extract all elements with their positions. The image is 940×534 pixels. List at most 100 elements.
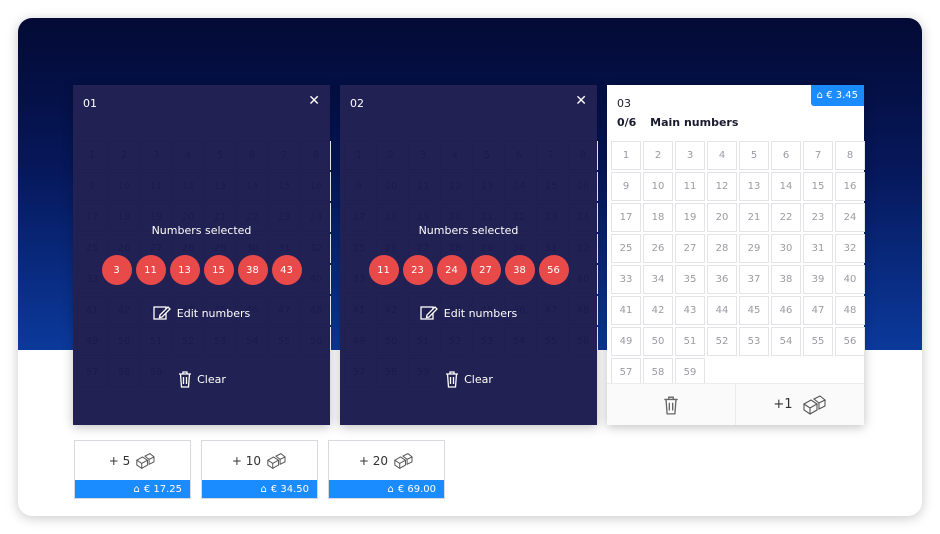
number-cell[interactable]: 14	[771, 172, 801, 201]
number-cell[interactable]: 42	[643, 296, 673, 325]
add-label: + 5	[108, 454, 131, 468]
clear-ticket-button[interactable]	[607, 384, 735, 425]
number-cell[interactable]: 38	[771, 265, 801, 294]
number-cell[interactable]: 56	[835, 327, 865, 356]
quick-pick-button[interactable]: +1	[735, 384, 864, 425]
trash-icon	[446, 371, 459, 388]
edit-numbers-button[interactable]: Edit numbers	[340, 305, 597, 321]
selected-ball: 13	[169, 255, 200, 285]
number-cell[interactable]: 47	[803, 296, 833, 325]
tag-icon: ⌂	[387, 483, 394, 495]
pencil-icon	[153, 306, 171, 320]
number-cell[interactable]: 24	[835, 203, 865, 232]
number-cell[interactable]: 9	[611, 172, 641, 201]
number-cell[interactable]: 8	[835, 141, 865, 170]
number-cell[interactable]: 36	[707, 265, 737, 294]
number-cell[interactable]: 34	[643, 265, 673, 294]
number-cell[interactable]: 28	[707, 234, 737, 263]
number-cell[interactable]: 51	[675, 327, 705, 356]
number-cell[interactable]: 39	[803, 265, 833, 294]
number-cell[interactable]: 46	[771, 296, 801, 325]
price-badge: ⌂ € 3.45	[810, 85, 864, 106]
add-price: € 17.25	[143, 483, 182, 495]
clear-button[interactable]: Clear	[340, 370, 597, 388]
numbers-selected-title: Numbers selected	[418, 224, 519, 237]
number-cell[interactable]: 23	[803, 203, 833, 232]
number-cell[interactable]: 55	[803, 327, 833, 356]
number-cell[interactable]: 4	[707, 141, 737, 170]
number-cell[interactable]: 44	[707, 296, 737, 325]
add-price: € 34.50	[270, 483, 309, 495]
selected-balls: 11 23 24 27 38 56	[340, 255, 597, 285]
numbers-selected-title: Numbers selected	[151, 224, 252, 237]
add-10-tickets-button[interactable]: + 10 ⌂ € 34.50	[201, 440, 318, 499]
add-20-tickets-button[interactable]: + 20 ⌂ € 69.00	[328, 440, 445, 499]
edit-numbers-label: Edit numbers	[176, 306, 251, 320]
number-cell[interactable]: 26	[643, 234, 673, 263]
selection-overlay: 02 ✕ Numbers selected 11 23 24 27 38 56 …	[340, 85, 597, 425]
number-cell[interactable]: 17	[611, 203, 641, 232]
price-label: € 3.45	[826, 90, 858, 101]
number-grid: 1234567891011121314151617181920212223242…	[611, 141, 865, 387]
selected-ball: 11	[368, 255, 399, 285]
number-cell[interactable]: 53	[739, 327, 769, 356]
number-cell[interactable]: 5	[739, 141, 769, 170]
number-cell[interactable]: 32	[835, 234, 865, 263]
dice-icon	[393, 453, 413, 470]
number-cell[interactable]: 30	[771, 234, 801, 263]
app-frame: 1234567891011121314151617181920212223242…	[18, 18, 922, 516]
number-cell[interactable]: 18	[643, 203, 673, 232]
number-cell[interactable]: 13	[739, 172, 769, 201]
number-cell[interactable]: 1	[611, 141, 641, 170]
pencil-icon	[420, 306, 438, 320]
clear-label: Clear	[464, 372, 493, 386]
dice-icon	[802, 394, 826, 415]
number-cell[interactable]: 15	[803, 172, 833, 201]
number-cell[interactable]: 2	[643, 141, 673, 170]
number-cell[interactable]: 16	[835, 172, 865, 201]
number-cell[interactable]: 37	[739, 265, 769, 294]
dice-icon	[266, 453, 286, 470]
close-icon[interactable]: ✕	[308, 93, 320, 109]
number-cell[interactable]: 49	[611, 327, 641, 356]
edit-numbers-button[interactable]: Edit numbers	[73, 305, 330, 321]
number-cell[interactable]: 10	[643, 172, 673, 201]
selected-ball: 38	[237, 255, 268, 285]
number-cell[interactable]: 22	[771, 203, 801, 232]
number-cell[interactable]: 20	[707, 203, 737, 232]
add-5-tickets-button[interactable]: + 5 ⌂ € 17.25	[74, 440, 191, 499]
number-cell[interactable]: 41	[611, 296, 641, 325]
number-cell[interactable]: 48	[835, 296, 865, 325]
selected-ball: 15	[203, 255, 234, 285]
number-cell[interactable]: 7	[803, 141, 833, 170]
number-cell[interactable]: 43	[675, 296, 705, 325]
add-button-top: + 20	[329, 441, 444, 481]
number-cell[interactable]: 11	[675, 172, 705, 201]
close-icon[interactable]: ✕	[575, 93, 587, 109]
ticket-number: 03	[617, 97, 631, 110]
number-cell[interactable]: 6	[771, 141, 801, 170]
number-cell[interactable]: 19	[675, 203, 705, 232]
number-cell[interactable]: 12	[707, 172, 737, 201]
number-cell[interactable]: 35	[675, 265, 705, 294]
ticket-card-3: 03 ⌂ € 3.45 0/6 Main numbers 1 2 3 4 5 6 7 8 9 10…	[607, 85, 865, 425]
add-price-bar: ⌂ € 69.00	[329, 480, 444, 498]
clear-button[interactable]: Clear	[73, 370, 330, 388]
ticket-card-1: 1234567891011121314151617181920212223242…	[73, 85, 331, 425]
number-cell[interactable]: 29	[739, 234, 769, 263]
number-cell[interactable]: 52	[707, 327, 737, 356]
number-cell[interactable]: 40	[835, 265, 865, 294]
number-cell[interactable]: 50	[643, 327, 673, 356]
number-cell[interactable]: 45	[739, 296, 769, 325]
number-cell[interactable]: 54	[771, 327, 801, 356]
number-cell[interactable]: 33	[611, 265, 641, 294]
number-cell[interactable]: 21	[739, 203, 769, 232]
count-label: Main numbers	[650, 116, 739, 129]
number-cell[interactable]: 25	[611, 234, 641, 263]
number-cell[interactable]: 3	[675, 141, 705, 170]
number-cell[interactable]: 31	[803, 234, 833, 263]
selected-ball: 38	[504, 255, 535, 285]
number-cell[interactable]: 27	[675, 234, 705, 263]
edit-numbers-label: Edit numbers	[443, 306, 518, 320]
ticket-card-2: 1234567891011121314151617181920212223242…	[340, 85, 598, 425]
